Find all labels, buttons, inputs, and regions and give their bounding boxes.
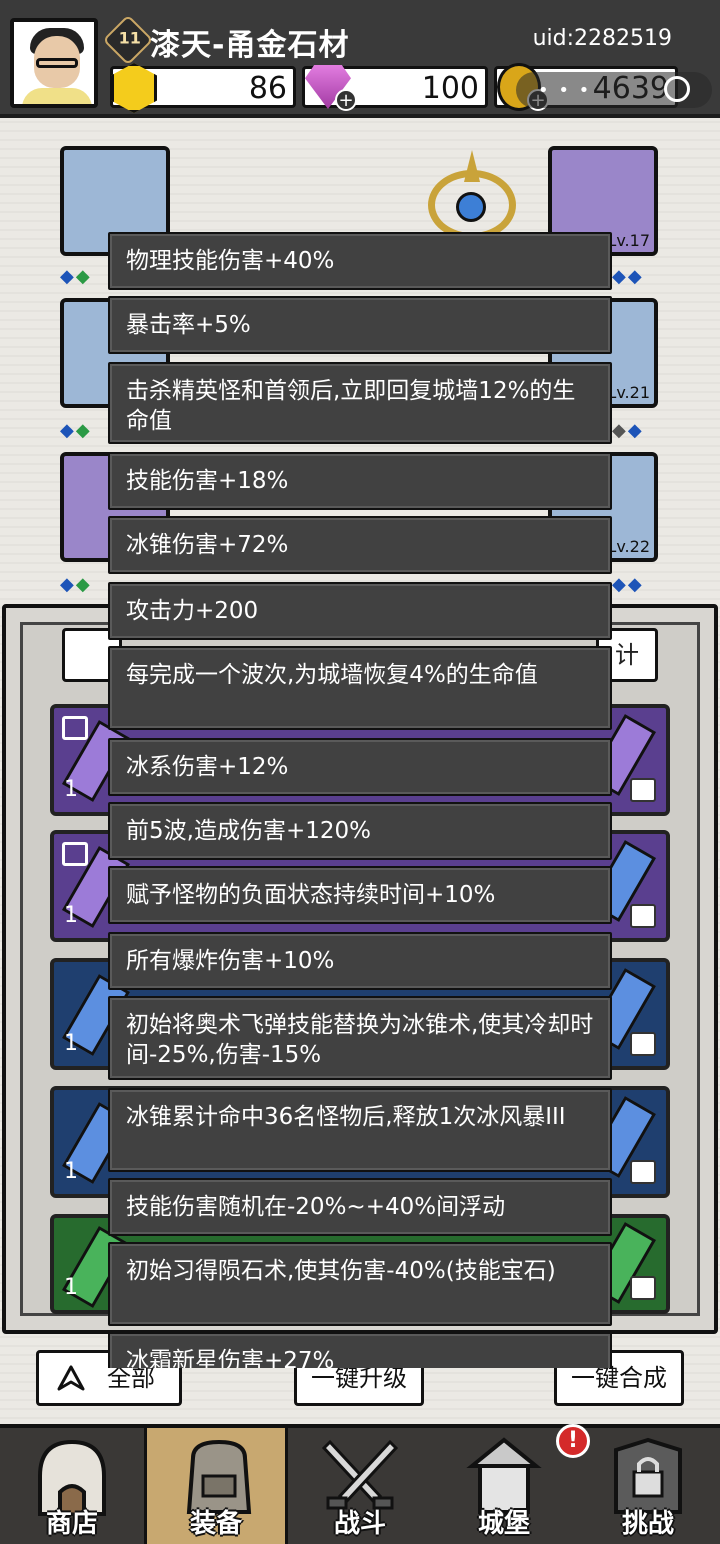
- item-type-icon: [630, 1160, 656, 1184]
- affix-item: 攻击力+200: [108, 582, 612, 640]
- nav-equipment[interactable]: 装备: [144, 1428, 288, 1544]
- equip-level-label: Lv.17: [607, 231, 650, 250]
- gold-counter: 86: [110, 63, 296, 113]
- filter-triangle-icon: [57, 1365, 85, 1391]
- affix-item: 初始习得陨石术,使其伤害-40%(技能宝石): [108, 1242, 612, 1326]
- affix-item: 击杀精英怪和首领后,立即回复城墙12%的生命值: [108, 362, 612, 444]
- castle-alert-badge: !: [556, 1424, 590, 1458]
- affix-item: 技能伤害+18%: [108, 452, 612, 510]
- lock-icon[interactable]: [62, 842, 88, 866]
- item-quantity: 1: [64, 903, 78, 928]
- item-quantity: 1: [64, 777, 78, 802]
- hero-staff-illustration: [418, 150, 528, 240]
- nav-shop-label: 商店: [45, 1509, 98, 1539]
- top-bar: 11 漆天-甬金石材 uid:2282519 86 + 100 + 4639 •…: [0, 0, 720, 118]
- filter-all-label: 全部: [107, 1364, 155, 1392]
- player-level-badge: 11: [102, 14, 154, 66]
- more-dots-icon[interactable]: • • •: [538, 80, 591, 101]
- item-quantity: 1: [64, 1275, 78, 1300]
- affix-item: 冰锥累计命中36名怪物后,释放1次冰风暴III: [108, 1088, 612, 1172]
- nav-castle-label: 城堡: [477, 1509, 530, 1539]
- item-quantity: 1: [64, 1031, 78, 1056]
- nav-shop[interactable]: 商店: [0, 1428, 144, 1544]
- socket-gems-left-1: ◆◆: [60, 266, 92, 287]
- affix-item: 暴击率+5%: [108, 296, 612, 354]
- lock-icon[interactable]: [62, 716, 88, 740]
- gem-counter: + 100: [302, 65, 488, 111]
- item-type-icon: [630, 778, 656, 802]
- affix-item: 每完成一个波次,为城墙恢复4%的生命值: [108, 646, 612, 730]
- affix-item: 冰锥伤害+72%: [108, 516, 612, 574]
- merge-all-label: 一键合成: [571, 1364, 667, 1392]
- player-level: 11: [118, 28, 141, 48]
- affix-item: 前5波,造成伤害+120%: [108, 802, 612, 860]
- affix-item: 冰系伤害+12%: [108, 738, 612, 796]
- stats-tab-label: 计: [615, 641, 639, 669]
- gold-hexagon-icon: [111, 63, 157, 113]
- affix-item: 冰霜新星伤害+27%: [108, 1332, 612, 1368]
- gold-value: 86: [248, 71, 287, 106]
- equip-level-label: Lv.21: [607, 383, 650, 402]
- socket-gems-left-3: ◆◆: [60, 574, 92, 595]
- player-uid: uid:2282519: [532, 26, 672, 51]
- equip-level-label: Lv.22: [607, 537, 650, 556]
- nav-battle[interactable]: 战斗: [288, 1428, 432, 1544]
- affix-item: 物理技能伤害+40%: [108, 232, 612, 290]
- nav-challenge-label: 挑战: [621, 1509, 674, 1539]
- bottom-nav: 商店 装备 战斗 城堡 挑战: [0, 1424, 720, 1544]
- item-type-icon: [630, 904, 656, 928]
- gem-value: 100: [421, 71, 479, 106]
- miniprogram-capsule[interactable]: • • •: [516, 72, 712, 108]
- socket-gems-right-2: ◆◆: [612, 420, 644, 441]
- close-ring-icon[interactable]: [664, 76, 690, 102]
- add-gems-button[interactable]: +: [335, 89, 357, 111]
- player-name: 漆天-甬金石材: [150, 28, 350, 63]
- nav-equipment-label: 装备: [189, 1509, 242, 1539]
- nav-castle[interactable]: 城堡: [432, 1428, 576, 1544]
- nav-battle-label: 战斗: [333, 1509, 386, 1539]
- socket-gems-left-2: ◆◆: [60, 420, 92, 441]
- upgrade-all-label: 一键升级: [311, 1364, 407, 1392]
- affix-item: 赋予怪物的负面状态持续时间+10%: [108, 866, 612, 924]
- affix-item: 所有爆炸伤害+10%: [108, 932, 612, 990]
- player-avatar[interactable]: [10, 18, 98, 108]
- socket-gems-right-3: ◆◆: [612, 574, 644, 595]
- affix-tooltip-list[interactable]: 物理技能伤害+40% 暴击率+5% 击杀精英怪和首领后,立即回复城墙12%的生命值技…: [108, 228, 612, 1368]
- socket-gems-right-1: ◆◆: [612, 266, 644, 287]
- item-type-icon: [630, 1032, 656, 1056]
- item-quantity: 1: [64, 1159, 78, 1184]
- nav-challenge[interactable]: 挑战: [576, 1428, 720, 1544]
- affix-item: 技能伤害随机在-20%~+40%间浮动: [108, 1178, 612, 1236]
- affix-item: 初始将奥术飞弹技能替换为冰锥术,使其冷却时间-25%,伤害-15%: [108, 996, 612, 1080]
- item-type-icon: [630, 1276, 656, 1300]
